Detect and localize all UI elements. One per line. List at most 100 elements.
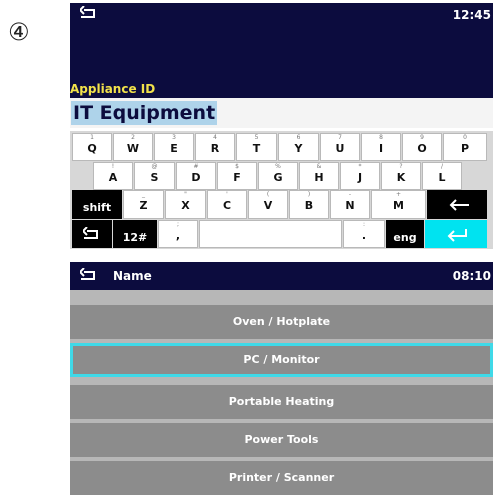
key-label: S	[150, 171, 159, 184]
comma-key[interactable]: ; ,	[158, 220, 198, 248]
key-j[interactable]: * J	[340, 162, 380, 190]
list-item-label: PC / Monitor	[243, 353, 320, 366]
language-key-label: eng	[393, 231, 417, 244]
enter-key[interactable]	[425, 220, 487, 248]
key-l[interactable]: / L	[422, 162, 462, 190]
language-key[interactable]: eng	[386, 220, 424, 248]
key-alt-char: 8	[379, 134, 383, 141]
key-alt-char: -	[348, 191, 352, 198]
key-v[interactable]: (V	[248, 190, 288, 219]
key-e[interactable]: 3E	[154, 133, 194, 161]
key-f[interactable]: $ F	[217, 162, 257, 190]
key-alt-char: %	[275, 163, 281, 170]
key-q[interactable]: 1Q	[72, 133, 112, 161]
key-label: R	[210, 142, 220, 155]
back-icon	[83, 227, 98, 239]
key-alt-char: 7	[338, 134, 342, 141]
space-key[interactable]	[199, 220, 342, 248]
step-marker: ④	[8, 18, 30, 46]
key-d[interactable]: # D	[176, 162, 216, 190]
list-item-label: Power Tools	[244, 433, 319, 446]
key-h[interactable]: & H	[299, 162, 339, 190]
key-p[interactable]: 0P	[443, 133, 487, 161]
key-alt-char: 3	[172, 134, 176, 141]
key-x[interactable]: " X	[165, 190, 206, 219]
period-key-label: .	[361, 229, 367, 242]
key-label: I	[378, 142, 384, 155]
key-g[interactable]: % G	[258, 162, 298, 190]
list-header: Name 08:10	[70, 262, 493, 290]
key-label: Z	[139, 199, 148, 212]
key-label: N	[345, 199, 355, 212]
key-a[interactable]: ! A	[93, 162, 133, 190]
key-alt-char: @	[151, 163, 158, 170]
key-label: E	[170, 142, 178, 155]
key-label: M	[393, 199, 404, 212]
list-item-pc-monitor[interactable]: PC / Monitor	[70, 343, 493, 377]
key-r[interactable]: 4R	[195, 133, 235, 161]
shift-key[interactable]: shift	[72, 190, 122, 219]
list-item-portable-heating[interactable]: Portable Heating	[70, 385, 493, 419]
key-alt-char: #	[193, 163, 199, 170]
key-label: U	[335, 142, 345, 155]
key-alt-char: !	[111, 163, 115, 170]
back-key[interactable]	[72, 220, 112, 248]
key-label: A	[108, 171, 118, 184]
key-label: X	[181, 199, 190, 212]
period-key-alt: :	[362, 221, 366, 228]
key-alt-char: *	[358, 163, 362, 170]
numbers-key[interactable]: 12#	[113, 220, 157, 248]
key-y[interactable]: 6Y	[278, 133, 319, 161]
backspace-key[interactable]	[427, 190, 487, 219]
key-i[interactable]: 8I	[361, 133, 401, 161]
key-label: D	[191, 171, 201, 184]
list-item-oven-hotplate[interactable]: Oven / Hotplate	[70, 305, 493, 339]
list-item-printer-scanner[interactable]: Printer / Scanner	[70, 461, 493, 495]
back-icon[interactable]	[80, 6, 98, 20]
on-screen-keyboard: 1Q2W3E4R5T6Y7U8I9O0P ! A @ S # D $ F% G & H * J? K / L …	[70, 131, 493, 249]
period-key[interactable]: : .	[343, 220, 385, 248]
key-label: Y	[294, 142, 303, 155]
key-alt-char: +	[395, 191, 402, 198]
key-label: F	[233, 171, 241, 184]
key-k[interactable]: ? K	[381, 162, 421, 190]
key-label: W	[126, 142, 140, 155]
backspace-arrow-icon	[449, 199, 469, 211]
key-label: Q	[87, 142, 97, 155]
key-z[interactable]: _ Z	[123, 190, 164, 219]
key-u[interactable]: 7U	[320, 133, 360, 161]
key-alt-char: 1	[90, 134, 94, 141]
numbers-key-label: 12#	[122, 231, 148, 244]
key-alt-char: )	[307, 191, 311, 198]
key-alt-char: 9	[420, 134, 424, 141]
back-icon[interactable]	[80, 268, 98, 282]
key-label: J	[357, 171, 363, 184]
key-label: C	[222, 199, 232, 212]
field-label: Appliance ID	[70, 82, 156, 96]
key-w[interactable]: 2W	[113, 133, 153, 161]
key-alt-char: _	[142, 191, 145, 198]
key-label: H	[314, 171, 324, 184]
key-c[interactable]: ' C	[207, 190, 247, 219]
keyboard-screen: 12:45 Appliance ID IT Equipment 1Q2W3E4R…	[70, 3, 493, 249]
list-item-power-tools[interactable]: Power Tools	[70, 423, 493, 457]
key-label: T	[252, 142, 261, 155]
key-t[interactable]: 5T	[236, 133, 277, 161]
comma-key-label: ,	[175, 229, 181, 242]
key-label: K	[396, 171, 406, 184]
key-alt-char: (	[266, 191, 270, 198]
key-b[interactable]: ) B	[289, 190, 329, 219]
key-s[interactable]: @ S	[134, 162, 175, 190]
clock: 08:10	[452, 269, 491, 283]
text-input-value[interactable]: IT Equipment	[71, 101, 218, 125]
key-m[interactable]: + M	[371, 190, 426, 219]
key-alt-char: 0	[463, 134, 467, 141]
key-alt-char: $	[235, 163, 239, 170]
key-alt-char: 2	[131, 134, 135, 141]
kb-header: 12:45 Appliance ID	[70, 3, 493, 98]
enter-icon	[447, 229, 467, 242]
key-n[interactable]: -N	[330, 190, 370, 219]
shift-key-label: shift	[82, 201, 112, 214]
key-o[interactable]: 9O	[402, 133, 442, 161]
name-list-screen: Name 08:10 Oven / Hotplate PC / Monitor …	[70, 262, 493, 495]
